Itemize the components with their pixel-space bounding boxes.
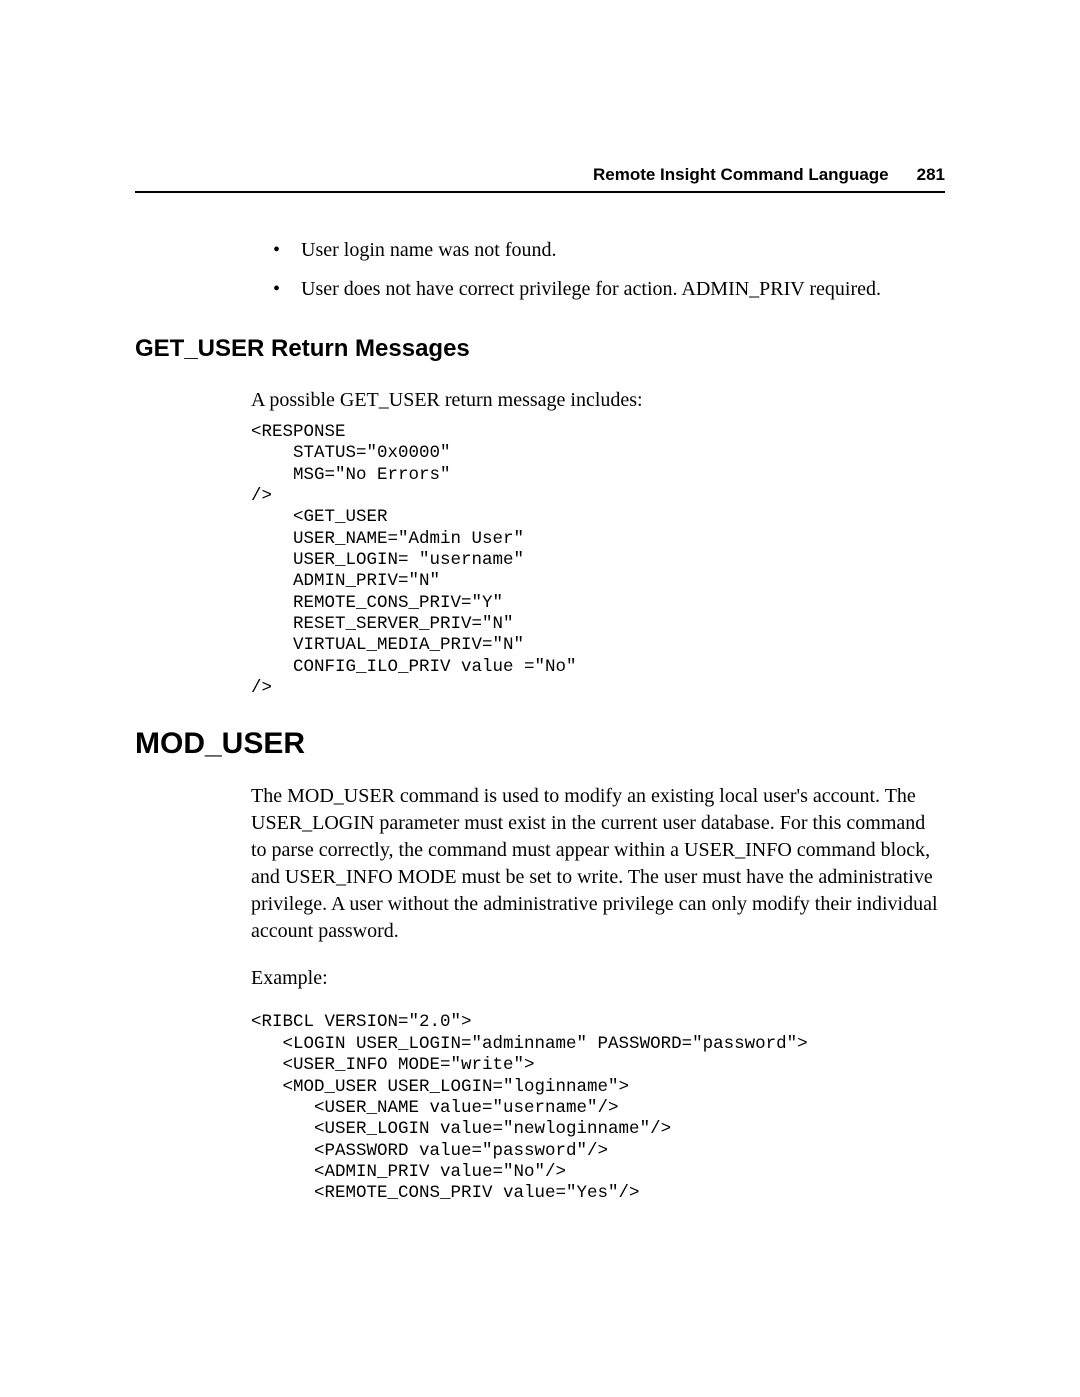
bullet-list: • User login name was not found. • User … — [273, 237, 945, 303]
list-item: • User login name was not found. — [273, 237, 945, 264]
bullet-icon: • — [273, 237, 301, 264]
code-block-mod-user: <RIBCL VERSION="2.0"> <LOGIN USER_LOGIN=… — [251, 1012, 945, 1204]
section-heading-mod-user: MOD_USER — [135, 727, 945, 761]
section-heading-get-user: GET_USER Return Messages — [135, 335, 945, 363]
bullet-text: User login name was not found. — [301, 237, 557, 264]
section-intro-text: A possible GET_USER return message inclu… — [251, 387, 945, 414]
list-item: • User does not have correct privilege f… — [273, 276, 945, 303]
document-page: Remote Insight Command Language 281 • Us… — [0, 0, 1080, 1333]
header-page-number: 281 — [917, 165, 945, 184]
example-label: Example: — [251, 965, 945, 992]
header-title: Remote Insight Command Language — [593, 165, 889, 184]
bullet-icon: • — [273, 276, 301, 303]
mod-user-description: The MOD_USER command is used to modify a… — [251, 783, 945, 945]
bullet-text: User does not have correct privilege for… — [301, 276, 881, 303]
code-block-get-user: <RESPONSE STATUS="0x0000" MSG="No Errors… — [251, 422, 945, 699]
page-header: Remote Insight Command Language 281 — [135, 165, 945, 193]
